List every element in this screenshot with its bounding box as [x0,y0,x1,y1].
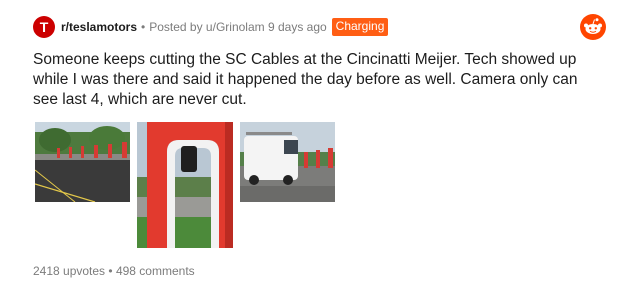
subreddit-link[interactable]: r/teslamotors [61,20,137,34]
post-image-2[interactable] [137,122,233,248]
reddit-post-card[interactable]: T r/teslamotors • Posted by u/Grinolam 9… [0,0,630,284]
post-header: T r/teslamotors • Posted by u/Grinolam 9… [33,14,389,40]
post-image-3[interactable] [240,122,335,202]
comment-count[interactable]: 498 comments [116,264,195,278]
upvote-count[interactable]: 2418 upvotes [33,264,105,278]
footer-separator: • [108,264,113,278]
post-image-1[interactable] [35,122,130,202]
posted-by-text: Posted by u/Grinolam 9 days ago [149,20,327,34]
meta-separator: • [141,20,146,34]
post-title[interactable]: Someone keeps cutting the SC Cables at t… [33,50,603,110]
reddit-snoo-icon[interactable] [580,14,606,40]
post-footer: 2418 upvotes • 498 comments [33,264,195,278]
flair-badge[interactable]: Charging [331,18,389,36]
tesla-logo-icon[interactable]: T [33,16,55,38]
